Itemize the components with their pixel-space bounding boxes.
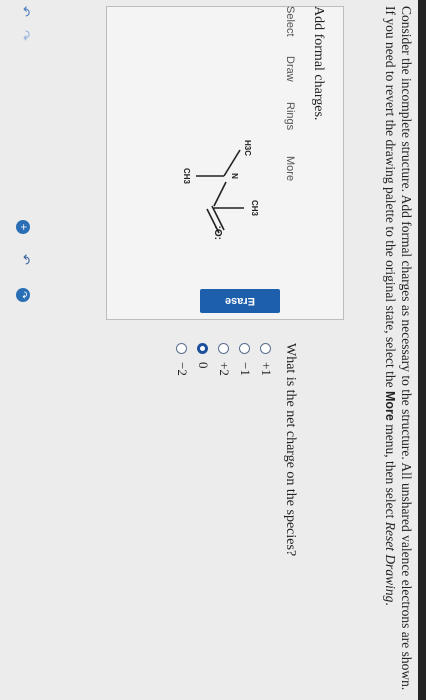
- option-label: −2: [175, 362, 190, 376]
- molecule-structure[interactable]: N H3C CH3 CH3 :O:: [156, 110, 296, 240]
- atom-o[interactable]: :O:: [212, 226, 223, 240]
- radio-selected-icon[interactable]: [197, 343, 209, 354]
- option-label: +2: [217, 362, 232, 376]
- task-label: Add formal charges.: [311, 6, 326, 121]
- atom-h3c[interactable]: H3C: [243, 140, 252, 156]
- bond-n-c: [213, 181, 227, 207]
- undo-icon[interactable]: ↶: [17, 254, 32, 265]
- zoom-in-icon[interactable]: +: [16, 220, 30, 234]
- intro-line-2: If you need to revert the drawing palett…: [382, 6, 398, 696]
- bond-n-ch3-left: [223, 149, 241, 177]
- radio-icon[interactable]: [176, 343, 188, 354]
- intro-more: More: [383, 390, 397, 421]
- redo-icon[interactable]: ↷: [16, 288, 30, 302]
- radio-icon[interactable]: [260, 343, 272, 354]
- screen: Consider the incomplete structure. Add f…: [0, 0, 426, 700]
- intro-text-a: If you need to revert the drawing palett…: [383, 6, 398, 388]
- tool-select[interactable]: Select: [284, 6, 296, 37]
- tool-draw[interactable]: Draw: [284, 56, 296, 82]
- intro-text-b: menu, then select: [383, 424, 398, 519]
- intro-line-1: Consider the incomplete structure. Add f…: [399, 6, 414, 691]
- option-label: −1: [238, 362, 253, 376]
- drawing-toolbar: + ↶ ↷ ↶ ↷: [8, 6, 38, 326]
- forward-icon[interactable]: ↷: [17, 30, 32, 41]
- intro-reset: Reset Drawing: [383, 521, 398, 603]
- radio-icon[interactable]: [218, 343, 230, 354]
- net-charge-question: What is the net charge on the species?: [283, 343, 298, 557]
- option-label: 0: [196, 362, 211, 369]
- question-intro: Consider the incomplete structure. Add f…: [382, 6, 414, 696]
- atom-ch3-bottom[interactable]: CH3: [182, 168, 191, 185]
- intro-period: .: [383, 602, 398, 606]
- back-icon[interactable]: ↶: [17, 6, 32, 17]
- erase-button[interactable]: Erase: [200, 289, 280, 313]
- option-minus-1[interactable]: −1: [237, 343, 253, 376]
- option-plus-2[interactable]: +2: [216, 343, 232, 376]
- option-0[interactable]: 0: [195, 343, 211, 369]
- top-bar: [418, 0, 426, 700]
- atom-n[interactable]: N: [230, 173, 239, 179]
- option-plus-1[interactable]: +1: [258, 343, 274, 376]
- radio-icon[interactable]: [239, 343, 251, 354]
- atom-ch3-right[interactable]: CH3: [250, 200, 259, 217]
- option-label: +1: [259, 362, 274, 376]
- option-minus-2[interactable]: −2: [174, 343, 190, 376]
